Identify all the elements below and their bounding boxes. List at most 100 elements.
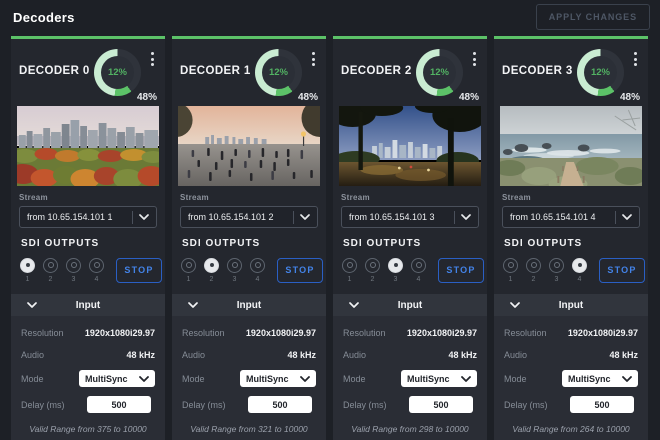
resolution-row: Resolution 1920x1080i29.97 [504, 326, 638, 339]
mode-label: Mode [504, 374, 527, 384]
stop-button[interactable]: STOP [277, 258, 323, 283]
mode-select-value: MultiSync [246, 374, 289, 384]
kebab-menu-icon[interactable] [149, 50, 156, 68]
kebab-menu-icon[interactable] [471, 50, 478, 68]
sdi-connector-4[interactable]: 4 [411, 258, 426, 283]
sdi-connector-4[interactable]: 4 [250, 258, 265, 283]
sdi-connector-1[interactable]: 1 [181, 258, 196, 283]
sdi-connector-row: 12 3 4 [503, 258, 587, 283]
audio-value: 48 kHz [609, 350, 638, 360]
stream-label: Stream [341, 193, 479, 202]
sdi-outputs-heading: SDI OUTPUTS [504, 238, 640, 249]
input-section-title: Input [237, 300, 261, 311]
sdi-connector-3[interactable]: 3 [549, 258, 564, 283]
kebab-menu-icon[interactable] [310, 50, 317, 68]
input-section-header[interactable]: Input [333, 294, 487, 316]
sdi-connector-number: 3 [233, 276, 237, 283]
page-title: Decoders [13, 10, 75, 25]
input-section-header[interactable]: Input [11, 294, 165, 316]
audio-value: 48 kHz [287, 350, 316, 360]
thumbnail-image [178, 106, 320, 186]
sdi-connector-number: 4 [256, 276, 260, 283]
card-header: DECODER 1 12% 48% [172, 39, 326, 102]
sdi-connector-4[interactable]: 4 [89, 258, 104, 283]
mode-select[interactable]: MultiSync [240, 370, 316, 387]
resolution-label: Resolution [182, 328, 225, 338]
thumbnail-image [17, 106, 159, 186]
usage-gauge: 12% [94, 49, 141, 96]
delay-input[interactable] [248, 396, 312, 413]
sdi-outputs-heading: SDI OUTPUTS [343, 238, 479, 249]
mode-row: Mode MultiSync [21, 370, 155, 387]
stream-select[interactable]: from 10.65.154.101 4 [502, 206, 640, 228]
decoder-title: DECODER 0 [19, 65, 94, 77]
sdi-connector-icon [204, 258, 219, 273]
sdi-outputs-section: SDI OUTPUTS 123 4 STOP [333, 228, 487, 294]
sdi-connector-3[interactable]: 3 [388, 258, 403, 283]
sdi-connector-2[interactable]: 2 [43, 258, 58, 283]
stream-select[interactable]: from 10.65.154.101 3 [341, 206, 479, 228]
usage-gauge: 12% [416, 49, 463, 96]
apply-changes-button[interactable]: APPLY CHANGES [536, 4, 650, 30]
mode-select-value: MultiSync [407, 374, 450, 384]
decoder-title: DECODER 3 [502, 65, 577, 77]
sdi-connector-2[interactable]: 2 [365, 258, 380, 283]
stop-button[interactable]: STOP [438, 258, 484, 283]
delay-input[interactable] [87, 396, 151, 413]
sdi-connector-number: 4 [95, 276, 99, 283]
stop-button[interactable]: STOP [599, 258, 645, 283]
sdi-connector-2[interactable]: 2 [526, 258, 541, 283]
mode-select[interactable]: MultiSync [562, 370, 638, 387]
gauge-secondary-value: 48% [298, 92, 318, 103]
stream-select[interactable]: from 10.65.154.101 2 [180, 206, 318, 228]
mode-label: Mode [21, 374, 44, 384]
stop-button[interactable]: STOP [116, 258, 162, 283]
mode-select[interactable]: MultiSync [79, 370, 155, 387]
stream-select[interactable]: from 10.65.154.101 1 [19, 206, 157, 228]
delay-row: Delay (ms) [21, 396, 155, 413]
input-section-header[interactable]: Input [494, 294, 648, 316]
sdi-connector-1[interactable]: 1 [503, 258, 518, 283]
decoder-title: DECODER 2 [341, 65, 416, 77]
gauge-secondary-value: 48% [620, 92, 640, 103]
sdi-connector-icon [43, 258, 58, 273]
sdi-connector-icon [66, 258, 81, 273]
audio-label: Audio [343, 350, 366, 360]
sdi-connector-1[interactable]: 1 [342, 258, 357, 283]
sdi-connector-icon [526, 258, 541, 273]
kebab-menu-icon[interactable] [632, 50, 639, 68]
stream-label: Stream [502, 193, 640, 202]
delay-label: Delay (ms) [504, 400, 548, 410]
stream-select-value: from 10.65.154.101 2 [188, 212, 287, 222]
sdi-connector-3[interactable]: 3 [66, 258, 81, 283]
thumbnail-image [339, 106, 481, 186]
sdi-connector-icon [20, 258, 35, 273]
input-section-header[interactable]: Input [172, 294, 326, 316]
decoders-page: Decoders APPLY CHANGES DECODER 0 12% 48%… [0, 0, 660, 440]
divider [615, 211, 616, 224]
sdi-connector-4[interactable]: 4 [572, 258, 587, 283]
delay-input[interactable] [409, 396, 473, 413]
sdi-connector-row: 12 3 4 [20, 258, 104, 283]
usage-gauge: 12% [255, 49, 302, 96]
valid-range-note: Valid Range from 321 to 10000 [182, 424, 316, 434]
delay-row: Delay (ms) [343, 396, 477, 413]
sdi-connector-icon [411, 258, 426, 273]
stream-select-value: from 10.65.154.101 4 [510, 212, 609, 222]
audio-label: Audio [182, 350, 205, 360]
decoder-card: DECODER 2 12% 48% Stream from 10.65.154.… [333, 36, 487, 440]
valid-range-note: Valid Range from 264 to 10000 [504, 424, 638, 434]
sdi-connector-2[interactable]: 2 [204, 258, 219, 283]
sdi-connector-number: 3 [72, 276, 76, 283]
audio-label: Audio [21, 350, 44, 360]
resolution-label: Resolution [21, 328, 64, 338]
sdi-connector-number: 3 [555, 276, 559, 283]
sdi-connector-row: 123 4 [342, 258, 426, 283]
mode-select[interactable]: MultiSync [401, 370, 477, 387]
sdi-connector-3[interactable]: 3 [227, 258, 242, 283]
sdi-connector-number: 4 [417, 276, 421, 283]
delay-input[interactable] [570, 396, 634, 413]
input-section-title: Input [76, 300, 100, 311]
sdi-connector-1[interactable]: 1 [20, 258, 35, 283]
input-section-title: Input [398, 300, 422, 311]
